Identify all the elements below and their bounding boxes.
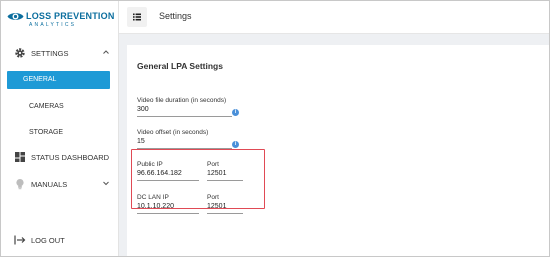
chevron-up-icon [103, 50, 109, 54]
video-duration-label: Video file duration (in seconds) [137, 97, 227, 104]
input-underline [137, 116, 232, 117]
sidebar-item-logout[interactable]: LOG OUT [1, 230, 118, 250]
info-icon[interactable]: i [232, 109, 239, 116]
video-duration-input[interactable]: 300 [137, 106, 149, 113]
info-icon[interactable]: i [232, 141, 239, 148]
sidebar-item-label: GENERAL [23, 76, 57, 83]
logout-icon [14, 235, 26, 245]
sidebar-item-storage[interactable]: STORAGE [7, 124, 110, 142]
sidebar-item-settings[interactable]: SETTINGS [1, 43, 118, 63]
video-offset-field[interactable]: Video offset (in seconds) 15 [137, 129, 232, 150]
input-underline [207, 213, 243, 214]
sidebar-item-label: LOG OUT [31, 236, 65, 245]
video-duration-field[interactable]: Video file duration (in seconds) 300 [137, 97, 232, 118]
page-title: Settings [159, 11, 192, 21]
sidebar-item-status-dashboard[interactable]: STATUS DASHBOARD [1, 147, 118, 167]
sidebar: LOSS PREVENTION ANALYTICS SETTINGS GENER… [1, 1, 119, 256]
gear-icon [15, 48, 25, 58]
sidebar-item-cameras[interactable]: CAMERAS [7, 98, 110, 116]
top-bar: Settings [119, 1, 549, 34]
list-icon [133, 13, 141, 21]
dashboard-icon [15, 152, 25, 162]
input-underline [137, 213, 199, 214]
card-title: General LPA Settings [137, 61, 223, 71]
highlight-box [131, 149, 265, 209]
brand-title: LOSS PREVENTION [26, 11, 115, 21]
brand-subtitle: ANALYTICS [29, 22, 77, 28]
video-offset-label: Video offset (in seconds) [137, 129, 209, 136]
sidebar-item-manuals[interactable]: MANUALS [1, 174, 118, 194]
menu-toggle-button[interactable] [127, 7, 147, 27]
brand-logo[interactable]: LOSS PREVENTION ANALYTICS [7, 9, 117, 31]
main-content: General LPA Settings Video file duration… [119, 34, 549, 256]
video-offset-input[interactable]: 15 [137, 138, 145, 145]
sidebar-item-label: CAMERAS [29, 103, 64, 110]
sidebar-item-general[interactable]: GENERAL [7, 71, 110, 89]
chevron-down-icon [103, 181, 109, 186]
sidebar-item-label: STATUS DASHBOARD [31, 153, 110, 162]
lightbulb-icon [16, 179, 24, 190]
sidebar-item-label: SETTINGS [31, 49, 69, 58]
app-window: LOSS PREVENTION ANALYTICS SETTINGS GENER… [0, 0, 550, 257]
eye-logo-icon [7, 13, 24, 20]
sidebar-item-label: STORAGE [29, 129, 64, 136]
sidebar-item-label: MANUALS [31, 180, 68, 189]
